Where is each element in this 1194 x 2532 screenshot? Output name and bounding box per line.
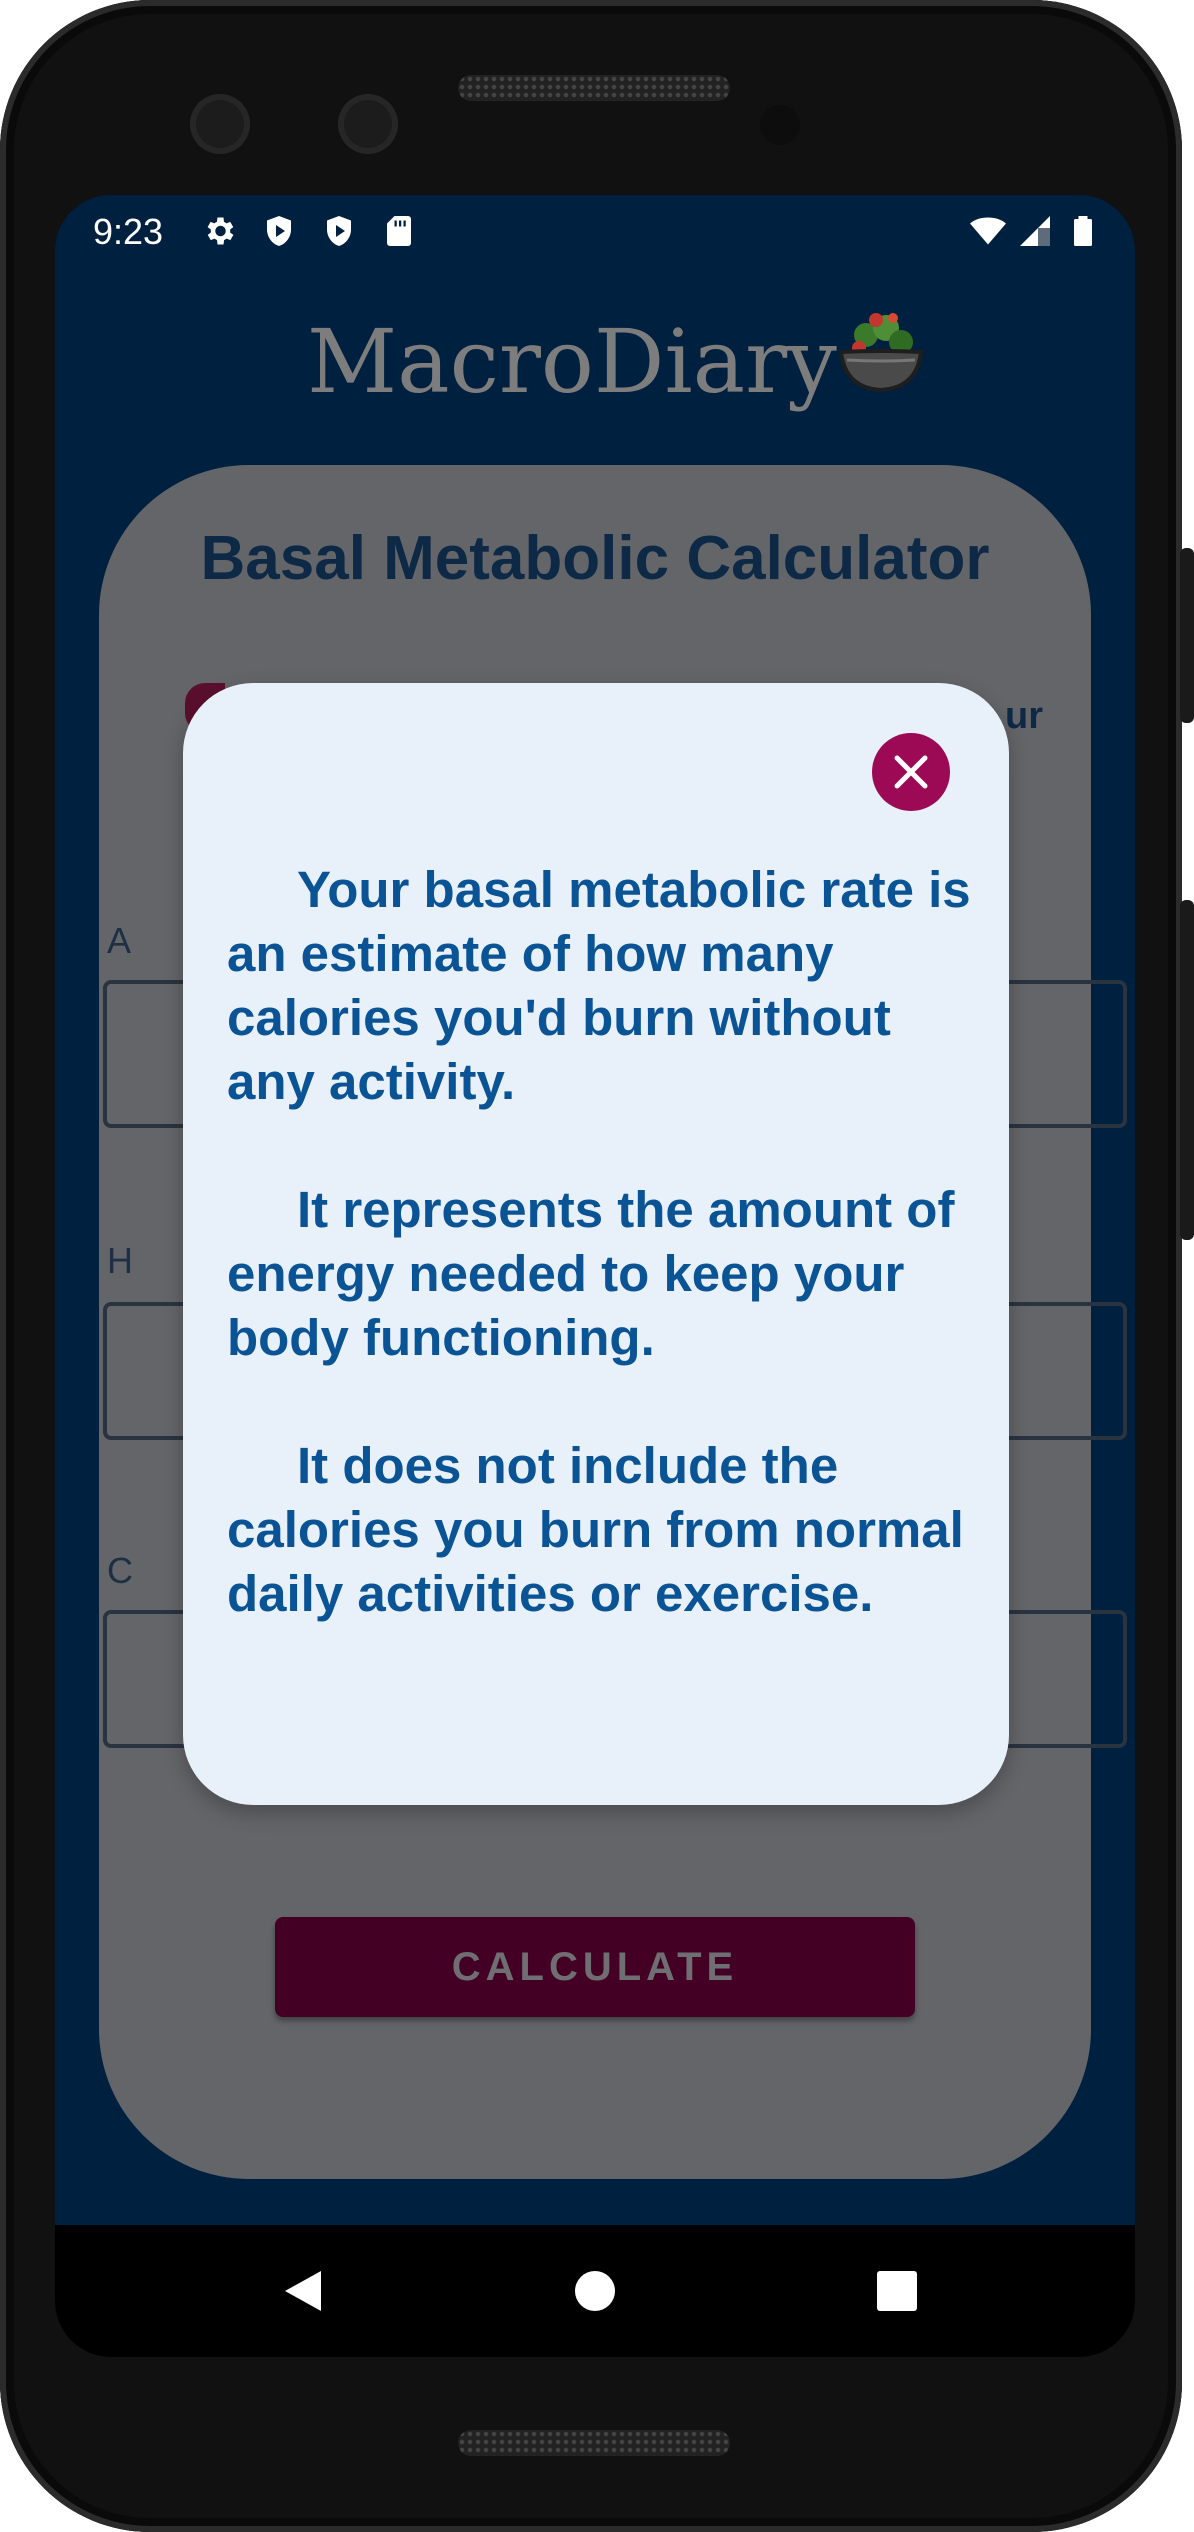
salad-bowl-icon: [838, 313, 924, 393]
power-button[interactable]: [1180, 548, 1194, 723]
close-icon: [894, 755, 928, 789]
back-triangle-icon: [285, 2271, 321, 2311]
signal-icon: [1020, 216, 1050, 246]
earpiece-speaker: [458, 75, 730, 101]
info-dialog: Your basal metabolic rate is an estimate…: [183, 683, 1009, 1805]
page-title: Basal Metabolic Calculator: [200, 524, 990, 593]
screen: 9:23 MacroDiary Basal Metabolic Calculat…: [55, 195, 1135, 2357]
status-time: 9:23: [93, 211, 164, 252]
back-button[interactable]: [273, 2261, 333, 2321]
home-circle-icon: [575, 2271, 615, 2311]
dialog-paragraph: It does not include the calories you bur…: [227, 1437, 964, 1622]
bottom-speaker: [458, 2430, 730, 2456]
unit-toggle-label: ur: [1005, 695, 1043, 737]
status-bar: 9:23: [55, 195, 1135, 267]
recents-square-icon: [877, 2271, 917, 2311]
height-label: H: [107, 1240, 133, 1281]
calculate-button[interactable]: CALCULATE: [275, 1917, 915, 2017]
app-logo-text: MacroDiary: [307, 310, 837, 413]
sd-card-icon: [387, 216, 411, 246]
dialog-paragraph: It represents the amount of energy neede…: [227, 1181, 955, 1366]
gear-icon: [207, 217, 234, 245]
close-button[interactable]: [872, 733, 950, 811]
play-shield-icon: [267, 216, 291, 246]
proximity-sensor: [760, 105, 800, 145]
battery-icon: [1074, 216, 1092, 246]
home-button[interactable]: [565, 2261, 625, 2321]
front-camera-left: [190, 94, 250, 154]
dialog-body: Your basal metabolic rate is an estimate…: [227, 858, 977, 1626]
age-label: A: [107, 920, 132, 961]
recents-button[interactable]: [867, 2261, 927, 2321]
wifi-icon: [970, 217, 1006, 245]
navigation-bar: [55, 2225, 1135, 2357]
weight-label: C: [107, 1550, 133, 1591]
play-shield-icon: [327, 216, 351, 246]
front-camera-right: [338, 94, 398, 154]
dialog-paragraph: Your basal metabolic rate is an estimate…: [227, 861, 971, 1110]
volume-rocker[interactable]: [1180, 900, 1194, 1240]
phone-frame: 9:23 MacroDiary Basal Metabolic Calculat…: [0, 0, 1182, 2532]
